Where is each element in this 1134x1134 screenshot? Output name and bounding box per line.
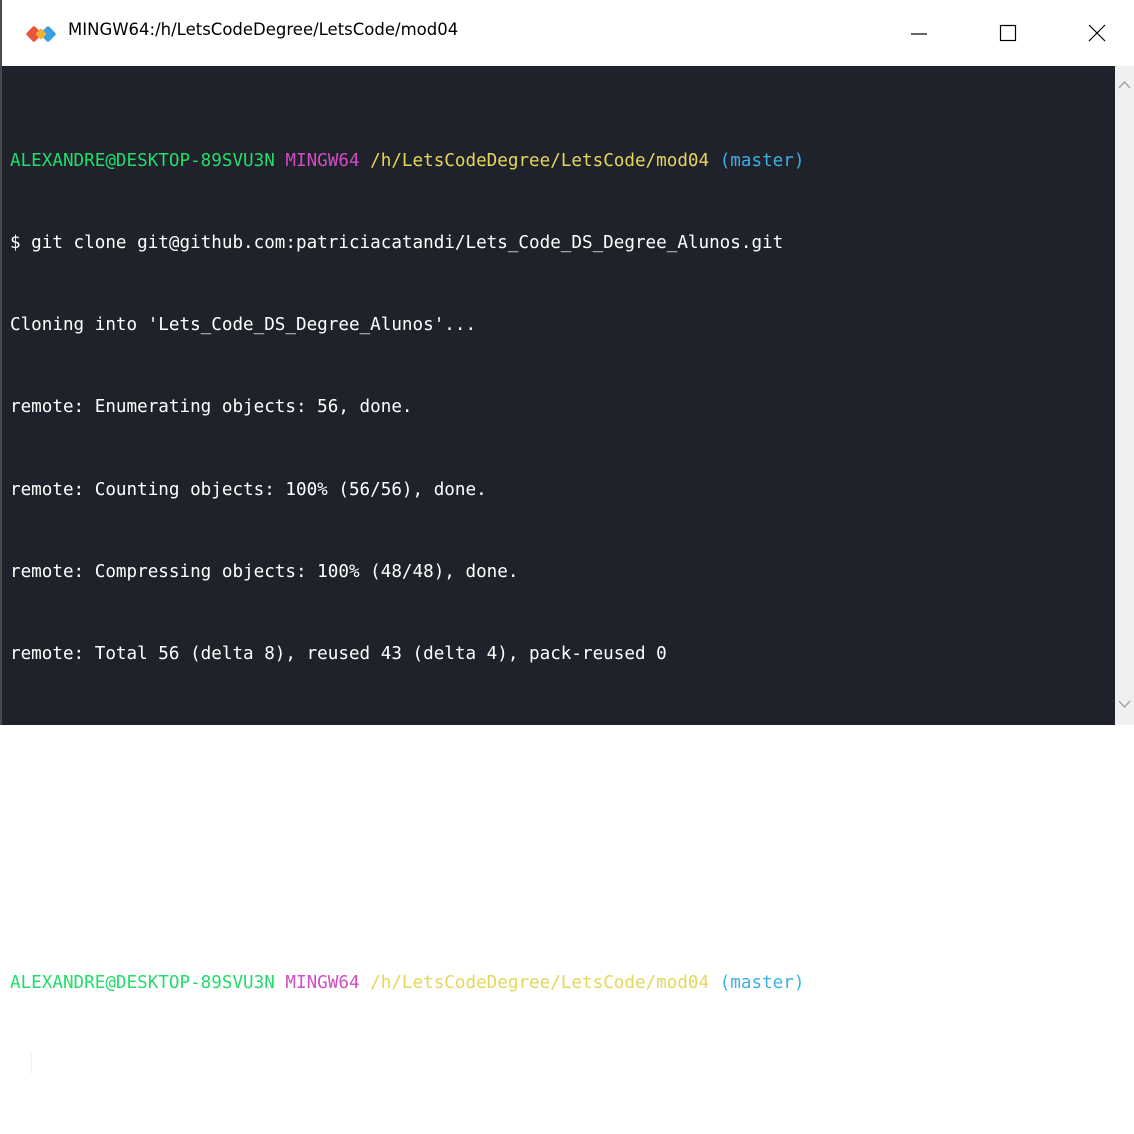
scroll-up-arrow-icon[interactable]: [1118, 80, 1131, 90]
close-button[interactable]: [1074, 0, 1120, 66]
close-icon: [1088, 24, 1106, 42]
scroll-down-arrow-icon[interactable]: [1118, 699, 1131, 709]
prompt-path: /h/LetsCodeDegree/LetsCode/mod04: [370, 150, 710, 171]
maximize-button[interactable]: [985, 0, 1031, 66]
minimize-icon: [911, 33, 927, 35]
output-line: Resolving deltas: 100% (8/8), done.: [10, 808, 381, 829]
prompt-line: ALEXANDRE@DESKTOP-89SVU3N MINGW64 /h/Let…: [10, 148, 804, 175]
prompt-path: /h/LetsCodeDegree/LetsCode/mod04: [370, 972, 710, 993]
output-line: Cloning into 'Lets_Code_DS_Degree_Alunos…: [10, 315, 477, 336]
input-prompt-symbol: $: [10, 1055, 32, 1076]
prompt-branch: (master): [719, 150, 805, 171]
window-title: MINGW64:/h/LetsCodeDegree/LetsCode/mod04: [68, 20, 459, 39]
prompt-line: ALEXANDRE@DESKTOP-89SVU3N MINGW64 /h/Let…: [10, 970, 804, 997]
input-line[interactable]: $: [10, 1052, 804, 1079]
output-line: remote: Total 56 (delta 8), reused 43 (d…: [10, 644, 667, 665]
output-line: remote: Counting objects: 100% (56/56), …: [10, 479, 487, 500]
terminal-output-area[interactable]: ALEXANDRE@DESKTOP-89SVU3N MINGW64 /h/Let…: [2, 66, 1115, 1075]
prompt-branch: (master): [719, 972, 805, 993]
output-line: remote: Enumerating objects: 56, done.: [10, 397, 413, 418]
command-line: $ git clone git@github.com:patriciacatan…: [10, 233, 784, 254]
prompt-user: ALEXANDRE@DESKTOP-89SVU3N: [10, 972, 275, 993]
maximize-icon: [999, 24, 1017, 42]
terminal-text: ALEXANDRE@DESKTOP-89SVU3N MINGW64 /h/Let…: [10, 93, 804, 1134]
terminal-window: MINGW64:/h/LetsCodeDegree/LetsCode/mod04…: [0, 0, 1134, 1075]
minimize-button[interactable]: [896, 0, 942, 66]
output-line: Receiving objects: 100% (56/56), 862.58 …: [10, 726, 678, 747]
title-bar[interactable]: MINGW64:/h/LetsCodeDegree/LetsCode/mod04: [2, 0, 1134, 66]
prompt-host: MINGW64: [285, 150, 360, 171]
git-bash-icon: [24, 22, 62, 46]
vertical-scrollbar[interactable]: [1115, 66, 1134, 725]
text-cursor: [31, 1053, 33, 1075]
prompt-host: MINGW64: [285, 972, 360, 993]
output-line: remote: Compressing objects: 100% (48/48…: [10, 561, 519, 582]
prompt-user: ALEXANDRE@DESKTOP-89SVU3N: [10, 150, 275, 171]
